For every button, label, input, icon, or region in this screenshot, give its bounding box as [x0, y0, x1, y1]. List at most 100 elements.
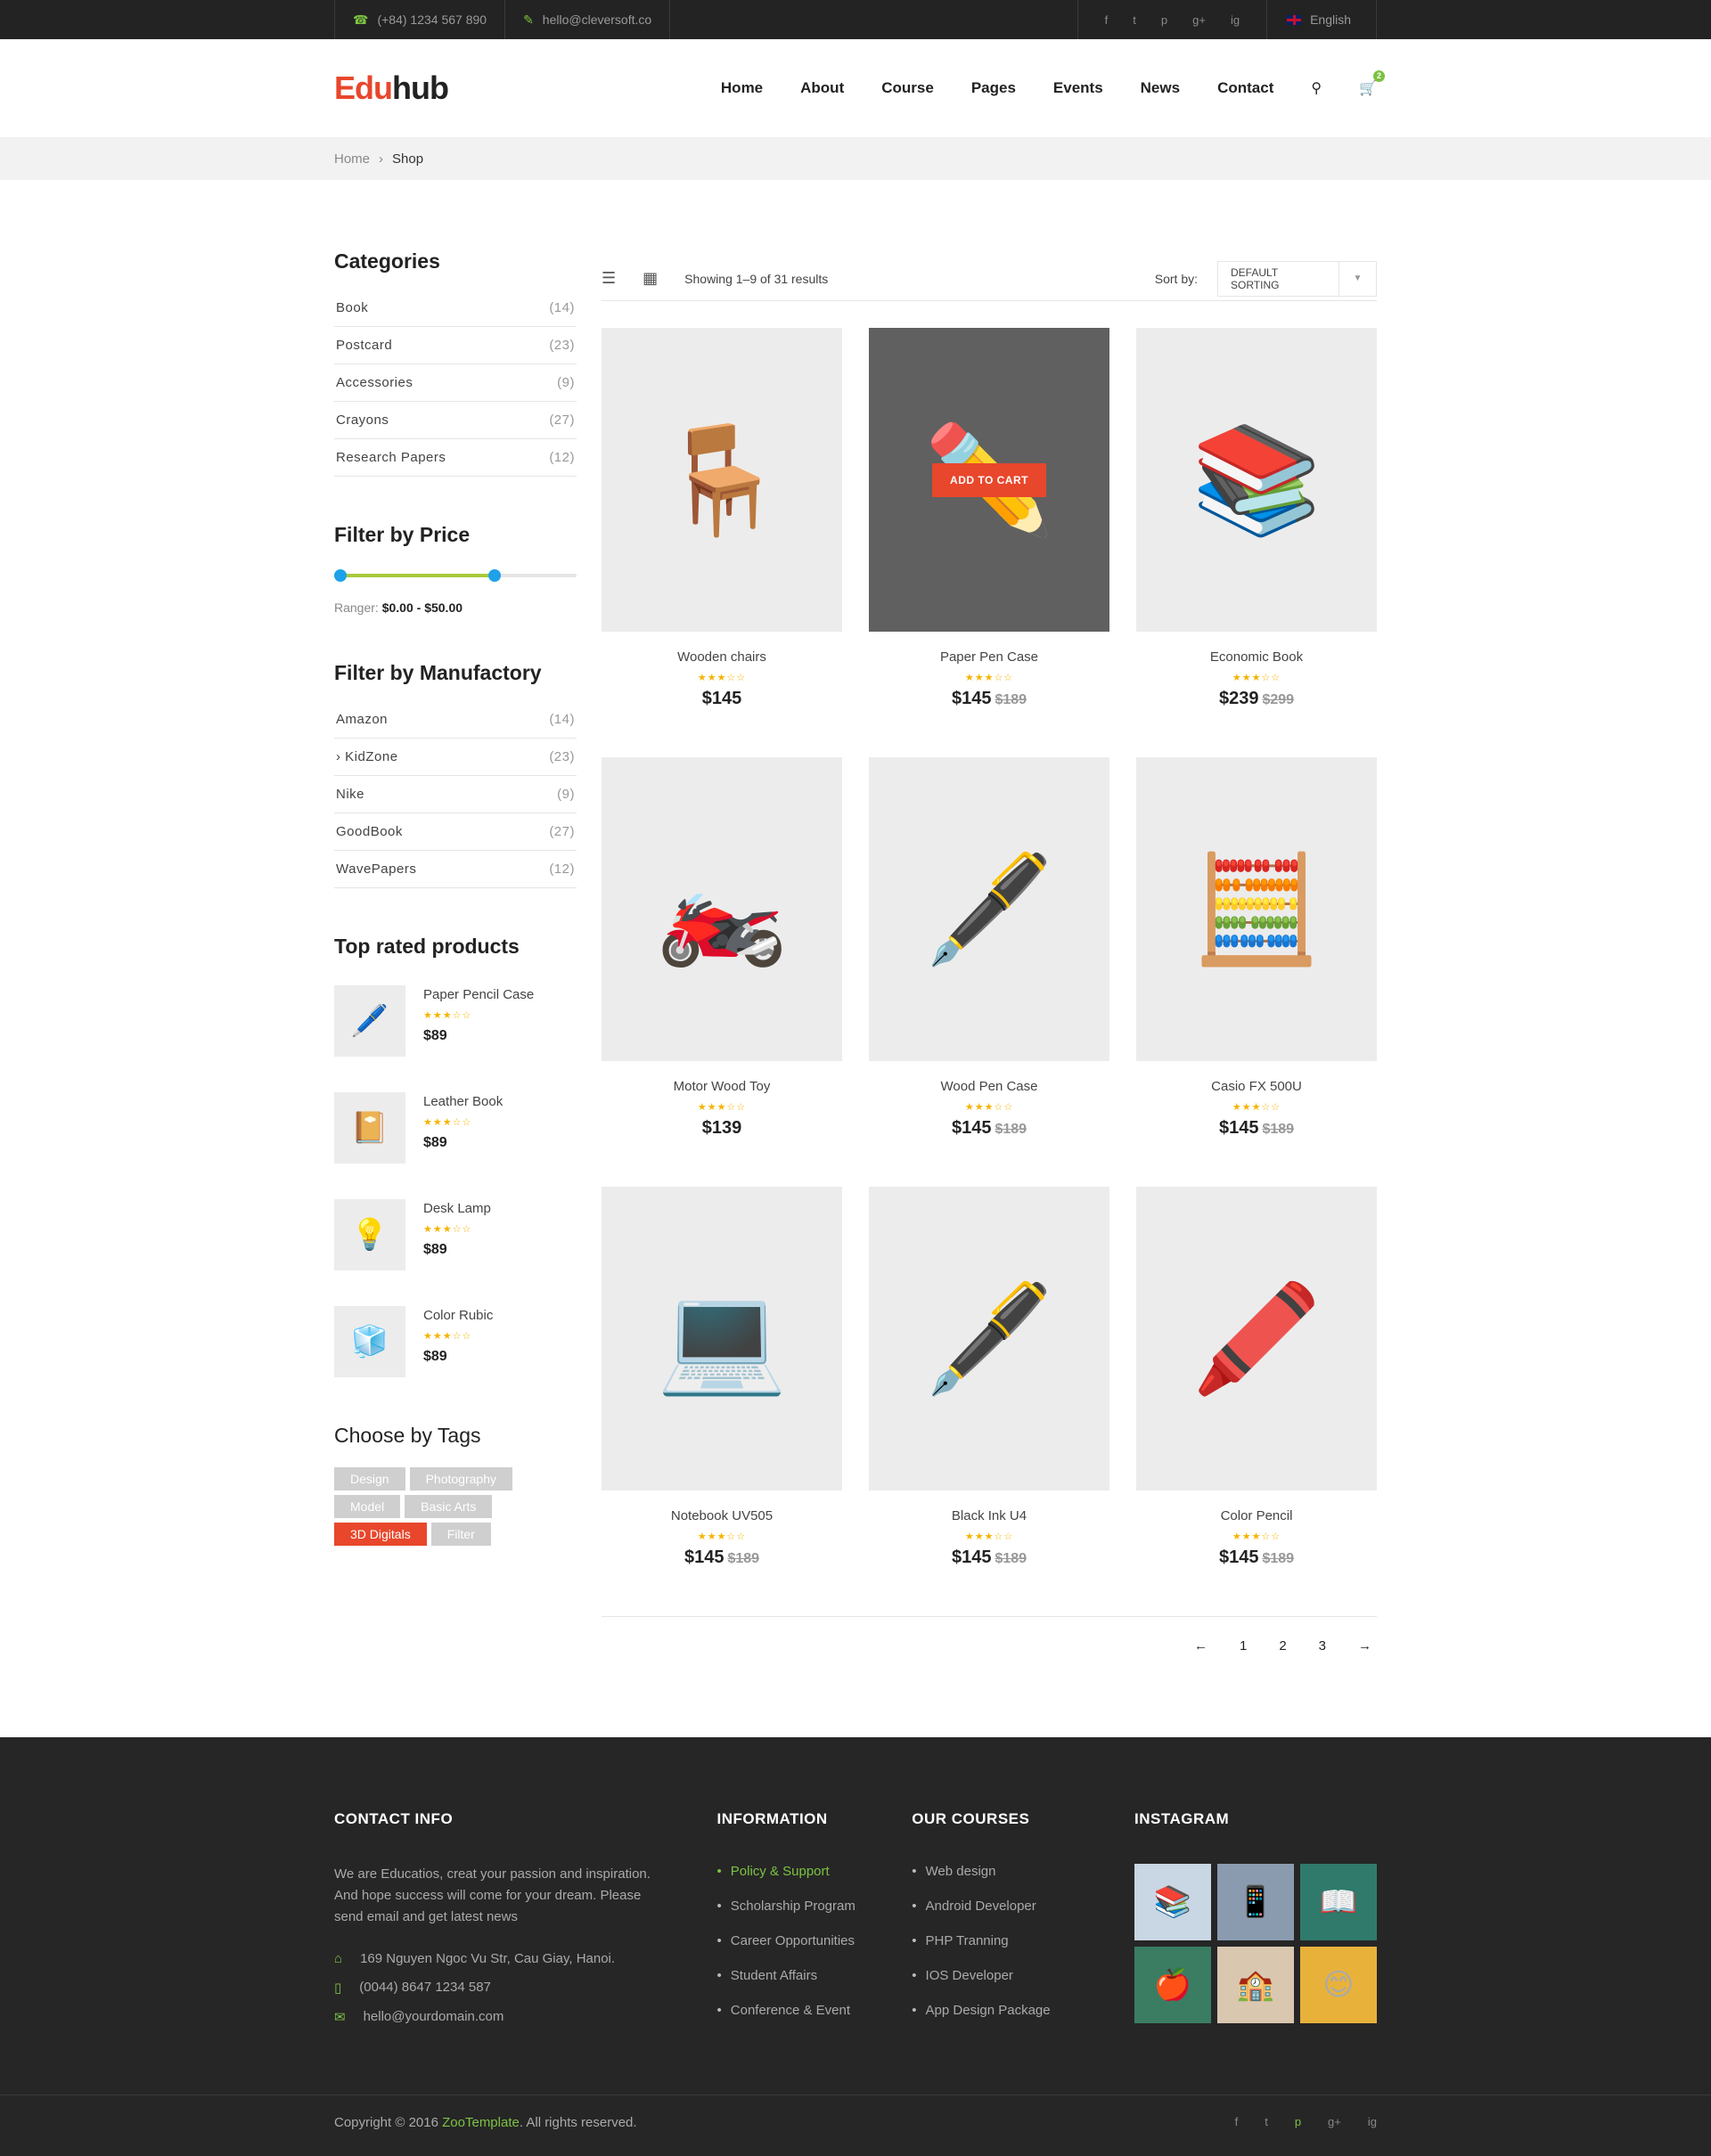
- product-name[interactable]: Color Pencil: [1136, 1508, 1377, 1523]
- search-icon[interactable]: ⚲: [1311, 79, 1322, 97]
- product-name[interactable]: Casio FX 500U: [1136, 1079, 1377, 1094]
- top-rated-thumb[interactable]: 💡: [334, 1199, 405, 1270]
- twitter-icon[interactable]: t: [1133, 13, 1136, 27]
- nav-about[interactable]: About: [800, 79, 844, 97]
- top-rated-thumb[interactable]: 📔: [334, 1092, 405, 1164]
- product-image[interactable]: 🖋️: [869, 1187, 1109, 1490]
- footer-info-link[interactable]: Scholarship Program: [717, 1899, 913, 1914]
- tag-photography[interactable]: Photography: [409, 1467, 512, 1490]
- instagram-photo[interactable]: 📖: [1299, 1864, 1377, 1940]
- google-plus-icon[interactable]: g+: [1192, 13, 1206, 27]
- price-slider-min-handle[interactable]: [334, 569, 347, 582]
- product-name[interactable]: Wood Pen Case: [869, 1079, 1109, 1094]
- footer-info-link[interactable]: Career Opportunities: [717, 1933, 913, 1948]
- tag-design[interactable]: Design: [334, 1467, 405, 1490]
- page-link[interactable]: 3: [1319, 1638, 1326, 1654]
- manufactory-item[interactable]: Nike (9): [334, 776, 577, 813]
- tag-filter[interactable]: Filter: [430, 1523, 491, 1546]
- product-image[interactable]: 🪑: [602, 328, 842, 632]
- next-page-arrow-icon[interactable]: →: [1358, 1638, 1371, 1654]
- page-link[interactable]: 2: [1279, 1638, 1286, 1654]
- add-to-cart-button[interactable]: ADD TO CART: [932, 462, 1046, 497]
- top-rated-name[interactable]: Desk Lamp: [423, 1201, 491, 1216]
- footer-course-link[interactable]: Android Developer: [912, 1899, 1134, 1914]
- product-image[interactable]: ✏️ADD TO CART: [869, 328, 1109, 632]
- facebook-icon[interactable]: f: [1105, 13, 1109, 27]
- manufactory-item[interactable]: › KidZone (23): [334, 739, 577, 776]
- top-rated-name[interactable]: Color Rubic: [423, 1308, 493, 1323]
- product-name[interactable]: Paper Pen Case: [869, 649, 1109, 665]
- product-image[interactable]: 🧮: [1136, 757, 1377, 1061]
- top-rated-thumb[interactable]: 🧊: [334, 1306, 405, 1377]
- product-name[interactable]: Economic Book: [1136, 649, 1377, 665]
- price-slider-max-handle[interactable]: [487, 569, 501, 582]
- twitter-icon[interactable]: t: [1265, 2115, 1268, 2130]
- copyright-brand-link[interactable]: ZooTemplate: [442, 2115, 520, 2130]
- category-item[interactable]: Crayons (27): [334, 402, 577, 439]
- footer-course-link[interactable]: PHP Tranning: [912, 1933, 1134, 1948]
- footer-course-link[interactable]: App Design Package: [912, 2003, 1134, 2018]
- page-link[interactable]: 1: [1240, 1638, 1247, 1654]
- top-rated-item[interactable]: 📔 Leather Book ★★★☆☆ $89: [334, 1092, 577, 1164]
- manufactory-item[interactable]: GoodBook (27): [334, 813, 577, 851]
- footer-info-link[interactable]: Conference & Event: [717, 2003, 913, 2018]
- product-image[interactable]: 💻: [602, 1187, 842, 1490]
- instagram-photo[interactable]: 😊: [1299, 1947, 1377, 2023]
- category-item[interactable]: Book (14): [334, 290, 577, 327]
- product-image[interactable]: 🖋️: [869, 757, 1109, 1061]
- footer-course-link[interactable]: IOS Developer: [912, 1968, 1134, 1983]
- pinterest-icon[interactable]: p: [1295, 2115, 1301, 2130]
- price-slider[interactable]: [334, 569, 577, 582]
- top-rated-item[interactable]: 🖊️ Paper Pencil Case ★★★☆☆ $89: [334, 985, 577, 1057]
- topbar-email[interactable]: ✎ hello@cleversoft.co: [504, 0, 671, 39]
- nav-pages[interactable]: Pages: [971, 79, 1016, 97]
- nav-course[interactable]: Course: [881, 79, 934, 97]
- product-name[interactable]: Notebook UV505: [602, 1508, 842, 1523]
- category-item[interactable]: Accessories (9): [334, 364, 577, 402]
- breadcrumb-home[interactable]: Home: [334, 151, 370, 167]
- category-item[interactable]: Postcard (23): [334, 327, 577, 364]
- product-name[interactable]: Wooden chairs: [602, 649, 842, 665]
- topbar-phone[interactable]: ☎ (+84) 1234 567 890: [334, 0, 504, 39]
- category-item[interactable]: Research Papers (12): [334, 439, 577, 477]
- prev-page-arrow-icon[interactable]: ←: [1194, 1638, 1208, 1654]
- top-rated-item[interactable]: 🧊 Color Rubic ★★★☆☆ $89: [334, 1306, 577, 1377]
- instagram-icon[interactable]: ig: [1231, 13, 1240, 27]
- facebook-icon[interactable]: f: [1235, 2115, 1239, 2130]
- footer-info-link[interactable]: Student Affairs: [717, 1968, 913, 1983]
- manufactory-item[interactable]: Amazon (14): [334, 701, 577, 739]
- nav-news[interactable]: News: [1141, 79, 1180, 97]
- product-image[interactable]: 📚: [1136, 328, 1377, 632]
- footer-info-link[interactable]: Policy & Support: [717, 1864, 913, 1879]
- list-view-icon[interactable]: ☰: [602, 269, 616, 288]
- tag-3d-digitals[interactable]: 3D Digitals: [334, 1523, 427, 1546]
- footer-course-link[interactable]: Web design: [912, 1864, 1134, 1879]
- manufactory-item[interactable]: WavePapers (12): [334, 851, 577, 888]
- logo[interactable]: Eduhub: [334, 69, 449, 107]
- sort-select[interactable]: DEFAULT SORTING ▼: [1217, 260, 1377, 297]
- cart-icon[interactable]: 🛒 2: [1359, 70, 1385, 97]
- grid-view-icon[interactable]: ▦: [643, 269, 658, 288]
- instagram-photo[interactable]: 📱: [1216, 1864, 1294, 1940]
- top-rated-item[interactable]: 💡 Desk Lamp ★★★☆☆ $89: [334, 1199, 577, 1270]
- instagram-icon[interactable]: ig: [1368, 2115, 1377, 2130]
- top-rated-thumb[interactable]: 🖊️: [334, 985, 405, 1057]
- nav-events[interactable]: Events: [1053, 79, 1103, 97]
- top-rated-name[interactable]: Paper Pencil Case: [423, 987, 534, 1002]
- instagram-photo[interactable]: 🍎: [1134, 1947, 1211, 2023]
- footer-email[interactable]: ✉ hello@yourdomain.com: [334, 2009, 717, 2025]
- product-name[interactable]: Black Ink U4: [869, 1508, 1109, 1523]
- instagram-photo[interactable]: 📚: [1134, 1864, 1211, 1940]
- tag-model[interactable]: Model: [334, 1495, 401, 1518]
- nav-contact[interactable]: Contact: [1217, 79, 1273, 97]
- instagram-photo[interactable]: 🏫: [1216, 1947, 1294, 2023]
- top-rated-name[interactable]: Leather Book: [423, 1094, 503, 1109]
- tag-basic-arts[interactable]: Basic Arts: [405, 1495, 493, 1518]
- product-name[interactable]: Motor Wood Toy: [602, 1079, 842, 1094]
- language-selector[interactable]: English: [1267, 0, 1377, 39]
- google-plus-icon[interactable]: g+: [1328, 2115, 1341, 2130]
- pinterest-icon[interactable]: p: [1161, 13, 1167, 27]
- product-image[interactable]: 🖍️: [1136, 1187, 1377, 1490]
- nav-home[interactable]: Home: [721, 79, 763, 97]
- product-image[interactable]: 🏍️: [602, 757, 842, 1061]
